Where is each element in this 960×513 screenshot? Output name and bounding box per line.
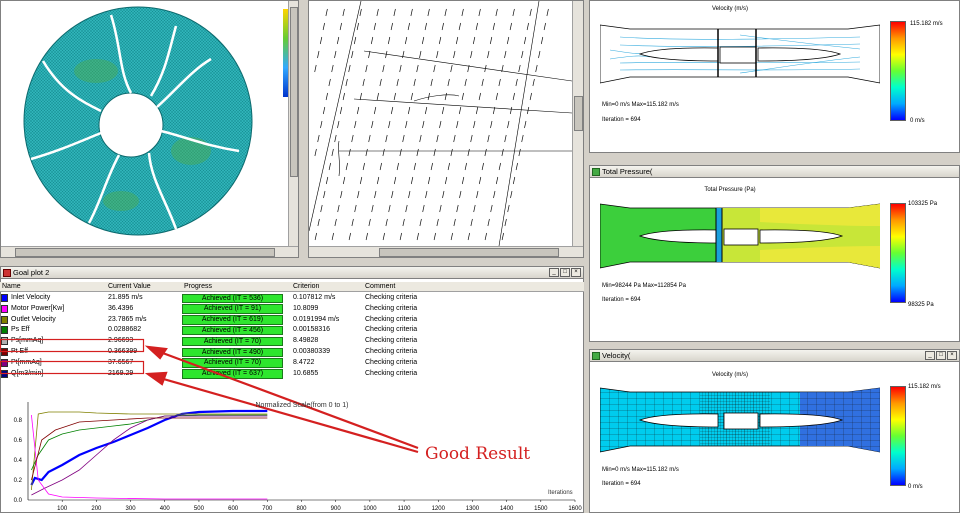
convergence-chart: Normalized Scale(from 0 to 1) Iterations… [14, 402, 582, 512]
velocity-mesh-colorbar [890, 386, 906, 486]
total-pressure-iteration: Iteration = 694 [602, 297, 641, 303]
velocity-mesh-min: 0 m/s [908, 484, 923, 490]
velocity-mesh-panel: Velocity( _ □ × Velocity (m/s) Min=0 m/s… [589, 349, 960, 513]
x-tick-label: 1200 [432, 506, 446, 512]
total-pressure-panel: Total Pressure( Total Pressure (Pa) Min=… [589, 165, 960, 342]
x-tick-label: 1000 [363, 506, 377, 512]
velocity-mesh-titlebar[interactable]: Velocity( _ □ × [590, 350, 959, 362]
chart-x-axis-label: Iterations [548, 490, 573, 496]
x-tick-label: 1300 [466, 506, 480, 512]
x-tick-label: 100 [57, 506, 68, 512]
y-tick-label: 0.8 [14, 418, 23, 424]
y-tick-label: 0.4 [14, 458, 23, 464]
x-tick-label: 600 [228, 506, 239, 512]
total-pressure-title: Total Pressure( [602, 167, 653, 176]
total-pressure-graphic [600, 203, 880, 269]
total-pressure-max: 103325 Pa [908, 201, 938, 207]
velocity-mesh-iteration: Iteration = 694 [602, 481, 641, 487]
arrow-head-ps [144, 345, 168, 360]
velocity-close-button[interactable]: × [947, 351, 957, 360]
velocity-contour-min: 0 m/s [910, 118, 925, 124]
velocity-mesh-caption: Velocity (m/s) [711, 372, 748, 378]
velocity-mesh-range: Min=0 m/s Max=115.182 m/s [602, 467, 679, 473]
velocity-maximize-button[interactable]: □ [936, 351, 946, 360]
velocity-mesh-icon [592, 352, 600, 360]
velocity-contour-range: Min=0 m/s Max=115.182 m/s [602, 102, 679, 108]
total-pressure-min: 98325 Pa [908, 302, 934, 308]
x-tick-label: 800 [296, 506, 307, 512]
velocity-contour-colorbar [890, 21, 906, 121]
chart-x-ticks: 100 200 300 400 500 600 700 800 900 1000 1100 1200 1… [57, 500, 582, 512]
total-pressure-colorbar [890, 203, 906, 303]
total-pressure-titlebar[interactable]: Total Pressure( [590, 166, 959, 178]
series-line [30, 409, 268, 486]
x-tick-label: 1400 [500, 506, 514, 512]
highlight-pt-box [0, 360, 145, 375]
chart-y-ticks: 0.0 0.2 0.4 0.6 0.8 [14, 418, 23, 504]
velocity-contour-iteration: Iteration = 694 [602, 117, 641, 123]
series-line [31, 411, 268, 491]
x-tick-label: 700 [262, 506, 273, 512]
highlight-ps-box [0, 338, 145, 353]
x-tick-label: 1100 [398, 506, 412, 512]
total-pressure-icon [592, 168, 600, 176]
arrow-head-pt [144, 371, 168, 386]
velocity-contour-caption: Velocity (m/s) [711, 6, 748, 12]
velocity-contour-graphic [600, 24, 880, 84]
x-tick-label: 400 [160, 506, 171, 512]
chart-title: Normalized Scale(from 0 to 1) [256, 402, 349, 409]
total-pressure-caption: Total Pressure (Pa) [704, 187, 756, 193]
x-tick-label: 500 [194, 506, 205, 512]
x-tick-label: 300 [126, 506, 137, 512]
velocity-contour-panel: Velocity (m/s) Min=0 m/s Max=115.182 m/s… [589, 0, 960, 153]
y-tick-label: 0.0 [14, 498, 23, 504]
chart-series [30, 409, 268, 500]
velocity-contour-max: 115.182 m/s [910, 21, 943, 27]
y-tick-label: 0.6 [14, 438, 23, 444]
x-tick-label: 1600 [568, 506, 582, 512]
x-tick-label: 900 [331, 506, 342, 512]
x-tick-label: 200 [91, 506, 102, 512]
velocity-minimize-button[interactable]: _ [925, 351, 935, 360]
velocity-mesh-max: 115.182 m/s [908, 384, 941, 390]
total-pressure-range: Min=98244 Pa Max=112854 Pa [602, 283, 686, 289]
velocity-mesh-graphic [600, 387, 880, 453]
x-tick-label: 1500 [534, 506, 548, 512]
velocity-mesh-title: Velocity( [602, 351, 631, 360]
y-tick-label: 0.2 [14, 478, 23, 484]
